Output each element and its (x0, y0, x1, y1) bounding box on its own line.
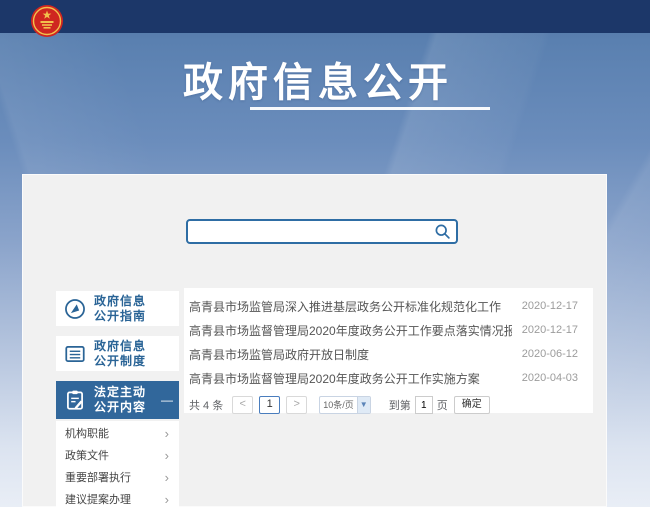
page-jump-input[interactable] (415, 396, 433, 414)
article-date: 2020-06-12 (512, 348, 578, 360)
article-link[interactable]: 高青县市场监管局深入推进基层政务公开标准化规范化工作 (189, 298, 501, 315)
top-bar (0, 0, 650, 33)
national-emblem-icon (30, 4, 64, 38)
sidebar-item-guide[interactable]: 政府信息 公开指南 (56, 291, 179, 326)
article-list-panel: 高青县市场监管局深入推进基层政务公开标准化规范化工作 2020-12-17 高青… (184, 288, 593, 413)
sidebar-submenu: 机构职能 › 政策文件 › 重要部署执行 › 建议提案办理 › (56, 421, 179, 507)
article-link[interactable]: 高青县市场监督管理局2020年度政务公开工作实施方案 (189, 370, 480, 387)
sidebar-item-label: 政府信息 公开指南 (94, 294, 146, 324)
list-item: 高青县市场监督管理局2020年度政务公开工作要点落实情况报告 2020-12-1… (189, 318, 578, 342)
content-card: 政府信息 公开指南 政府信息 公开制度 (22, 174, 607, 507)
page-title: 政府信息公开 (0, 50, 650, 108)
list-item: 高青县市场监管局政府开放日制度 2020-06-12 (189, 342, 578, 366)
chevron-right-icon: › (165, 423, 169, 445)
title-underline (250, 107, 490, 110)
sidebar-item-label: 法定主动 公开内容 (94, 385, 146, 415)
jump-prefix-label: 到第 (389, 397, 411, 413)
list-item: 高青县市场监管局深入推进基层政务公开标准化规范化工作 2020-12-17 (189, 294, 578, 318)
page: 高青县市场监督管理局 政府信息公开 政府信息 公开指南 (0, 0, 650, 507)
article-link[interactable]: 高青县市场监督管理局2020年度政务公开工作要点落实情况报告 (189, 322, 512, 339)
pagination: 共 4 条 < 1 > 10条/页 ▼ 到第 页 确定 (189, 396, 578, 414)
page-jump: 到第 页 (389, 396, 448, 414)
sidebar-item-rules[interactable]: 政府信息 公开制度 (56, 336, 179, 371)
search-box (186, 219, 458, 244)
next-page-button[interactable]: > (286, 396, 307, 414)
prev-page-button[interactable]: < (232, 396, 253, 414)
submenu-item-policy-documents[interactable]: 政策文件 › (56, 445, 179, 467)
article-date: 2020-12-17 (512, 324, 578, 336)
article-link[interactable]: 高青县市场监管局政府开放日制度 (189, 346, 369, 363)
list-item: 高青县市场监督管理局2020年度政务公开工作实施方案 2020-04-03 (189, 366, 578, 390)
submenu-item-proposals[interactable]: 建议提案办理 › (56, 489, 179, 507)
article-date: 2020-12-17 (512, 300, 578, 312)
collapse-minus-icon[interactable]: — (161, 393, 173, 407)
dropdown-arrow-icon: ▼ (357, 397, 370, 413)
jump-suffix-label: 页 (437, 397, 448, 413)
article-date: 2020-04-03 (512, 372, 578, 384)
sidebar-item-label: 政府信息 公开制度 (94, 339, 146, 369)
total-count: 共 4 条 (189, 397, 223, 413)
search-icon[interactable] (434, 223, 451, 240)
submenu-item-org-functions[interactable]: 机构职能 › (56, 423, 179, 445)
search-input[interactable] (192, 222, 426, 242)
page-number-button[interactable]: 1 (259, 396, 280, 414)
confirm-button[interactable]: 确定 (454, 396, 490, 414)
clipboard-pen-icon (63, 388, 87, 412)
compass-icon (63, 297, 87, 321)
sidebar: 政府信息 公开指南 政府信息 公开制度 (56, 291, 179, 429)
chevron-right-icon: › (165, 467, 169, 489)
sidebar-item-proactive-disclosure[interactable]: 法定主动 公开内容 — (56, 381, 179, 419)
submenu-item-key-deployments[interactable]: 重要部署执行 › (56, 467, 179, 489)
chevron-right-icon: › (165, 489, 169, 507)
chevron-right-icon: › (165, 445, 169, 467)
document-icon (63, 342, 87, 366)
page-size-select[interactable]: 10条/页 ▼ (319, 396, 371, 414)
